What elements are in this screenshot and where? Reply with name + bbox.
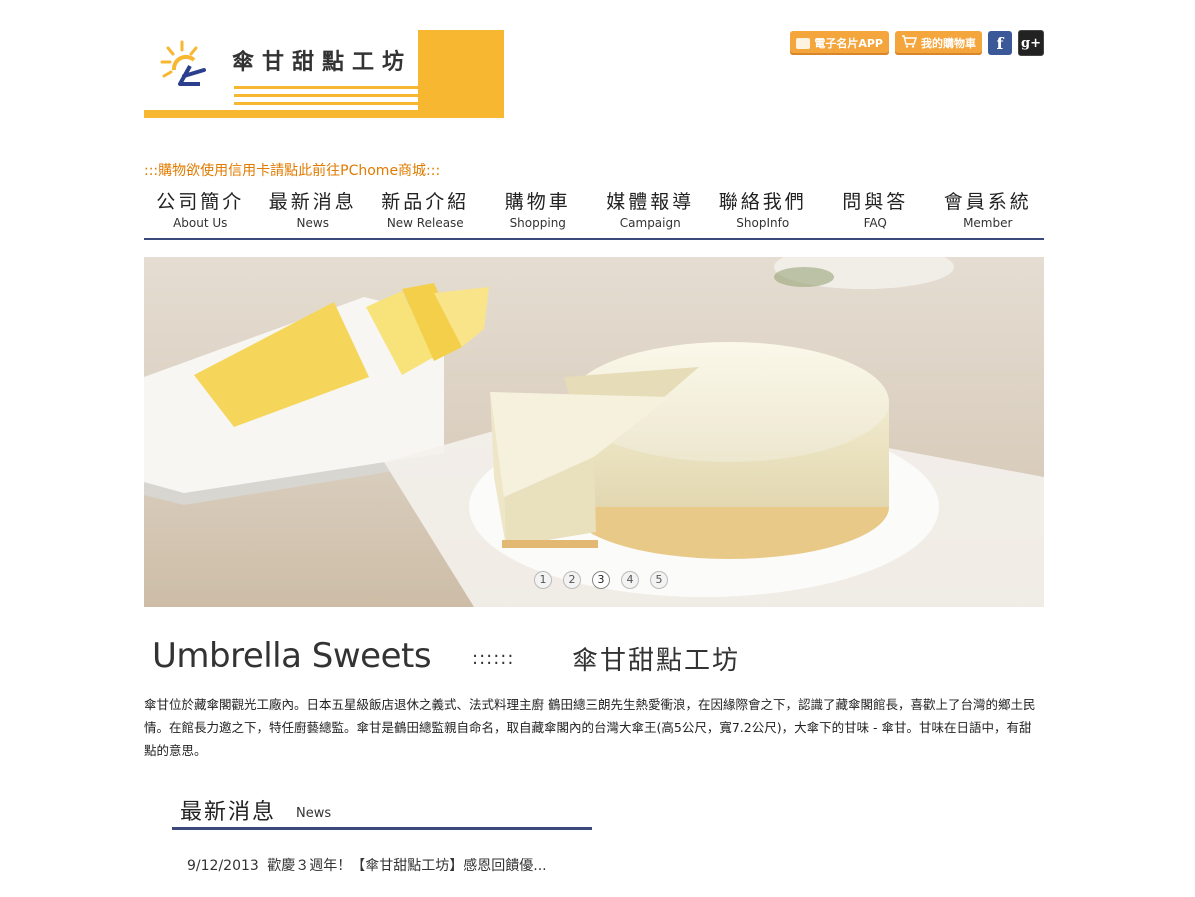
slider-dot-2[interactable]: 2 bbox=[563, 571, 581, 589]
nav-label-en: About Us bbox=[173, 216, 228, 230]
news-date: 9/12/2013 bbox=[187, 858, 259, 874]
nav-label-zh: 媒體報導 bbox=[606, 191, 695, 213]
nav-label-zh: 會員系統 bbox=[943, 191, 1032, 213]
nav-label-zh: 聯絡我們 bbox=[718, 191, 807, 213]
intro-title-zh: 傘甘甜點工坊 bbox=[572, 646, 741, 676]
pchome-notice-link[interactable]: :::購物欲使用信用卡請點此前往PChome商城::: bbox=[144, 160, 440, 180]
nav-item-member[interactable]: 會員系統 Member bbox=[932, 188, 1045, 238]
top-links: 電子名片APP 我的購物車 f g+ bbox=[790, 30, 1044, 56]
google-plus-icon[interactable]: g+ bbox=[1018, 30, 1044, 56]
nav-label-en: News bbox=[296, 216, 329, 230]
nav-label-en: FAQ bbox=[863, 216, 887, 230]
logo-stripe bbox=[234, 102, 418, 105]
nav-label-en: Member bbox=[963, 216, 1013, 230]
brand-name: 傘甘甜點工坊 bbox=[232, 50, 413, 75]
main-nav: 公司簡介 About Us 最新消息 News 新品介紹 New Release… bbox=[144, 188, 1044, 240]
news-title-en: News bbox=[296, 806, 332, 821]
slider-pagination: 1 2 3 4 5 bbox=[534, 571, 668, 589]
hero-slider[interactable]: 1 2 3 4 5 bbox=[144, 257, 1044, 607]
nav-label-zh: 公司簡介 bbox=[156, 191, 245, 213]
cart-button-label: 我的購物車 bbox=[921, 37, 976, 50]
sun-umbrella-icon bbox=[160, 40, 206, 86]
logo-underline bbox=[144, 110, 504, 118]
id-card-icon bbox=[796, 37, 811, 49]
nav-item-campaign[interactable]: 媒體報導 Campaign bbox=[594, 188, 707, 238]
news-section-header: 最新消息 News bbox=[172, 794, 592, 830]
nav-label-zh: 購物車 bbox=[504, 191, 571, 213]
nav-item-new-release[interactable]: 新品介紹 New Release bbox=[369, 188, 482, 238]
nav-item-news[interactable]: 最新消息 News bbox=[257, 188, 370, 238]
slider-dot-4[interactable]: 4 bbox=[621, 571, 639, 589]
nav-label-en: ShopInfo bbox=[736, 216, 790, 230]
nav-label-zh: 新品介紹 bbox=[381, 191, 470, 213]
cart-button[interactable]: 我的購物車 bbox=[895, 31, 982, 55]
nav-label-en: New Release bbox=[386, 216, 464, 230]
cheesecake-photo bbox=[144, 257, 1044, 607]
nav-label-en: Shopping bbox=[509, 216, 566, 230]
logo-stripe bbox=[234, 86, 418, 89]
nav-item-shopinfo[interactable]: 聯絡我們 ShopInfo bbox=[707, 188, 820, 238]
news-title: 歡慶３週年！【傘甘甜點工坊】感恩回饋優... bbox=[267, 858, 547, 874]
intro-separator: :::::: bbox=[472, 648, 515, 669]
facebook-icon[interactable]: f bbox=[988, 31, 1012, 55]
nav-label-en: Campaign bbox=[619, 216, 681, 230]
news-item[interactable]: 9/12/2013 歡慶３週年！【傘甘甜點工坊】感恩回饋優... bbox=[187, 855, 547, 875]
logo-accent-block bbox=[418, 30, 504, 118]
nav-item-shopping[interactable]: 購物車 Shopping bbox=[482, 188, 595, 238]
app-button-label: 電子名片APP bbox=[814, 37, 883, 50]
intro-title-en: Umbrella Sweets bbox=[152, 636, 432, 676]
nav-item-about[interactable]: 公司簡介 About Us bbox=[144, 188, 257, 238]
slider-dot-5[interactable]: 5 bbox=[650, 571, 668, 589]
slider-dot-1[interactable]: 1 bbox=[534, 571, 552, 589]
logo-stripe bbox=[234, 94, 418, 97]
nav-label-zh: 最新消息 bbox=[268, 191, 357, 213]
intro-paragraph: 傘甘位於藏傘閣觀光工廠內。日本五星級飯店退休之義式、法式料理主廚 鶴田總三朗先生… bbox=[144, 697, 1036, 758]
slider-dot-3[interactable]: 3 bbox=[592, 571, 610, 589]
nav-label-zh: 問與答 bbox=[842, 191, 909, 213]
cart-icon bbox=[901, 35, 918, 51]
app-button[interactable]: 電子名片APP bbox=[790, 31, 889, 55]
news-title-zh: 最新消息 bbox=[180, 800, 277, 825]
nav-item-faq[interactable]: 問與答 FAQ bbox=[819, 188, 932, 238]
site-logo[interactable]: 傘甘甜點工坊 bbox=[144, 30, 504, 118]
